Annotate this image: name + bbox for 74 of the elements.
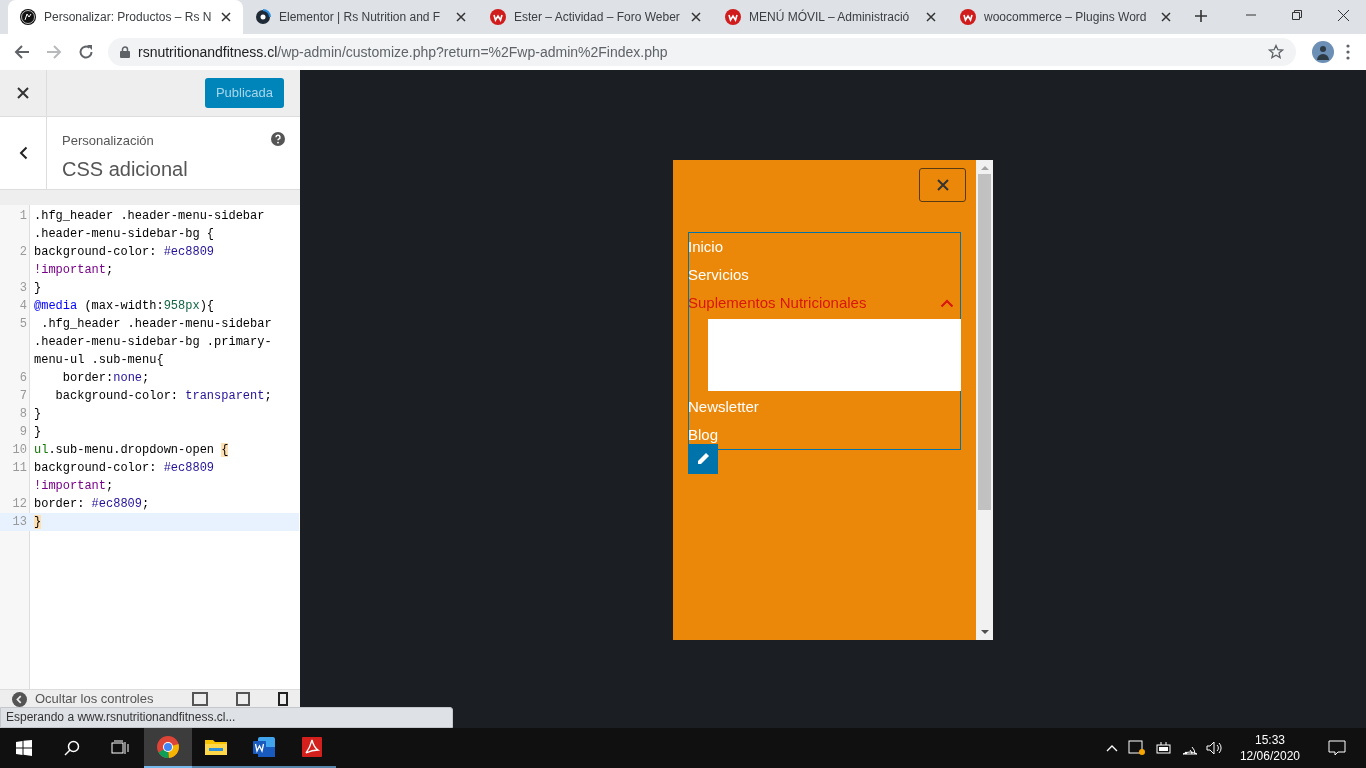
code-line: border: #ec8809; [33, 496, 151, 513]
close-icon[interactable] [1161, 12, 1171, 22]
code-line: } [33, 280, 43, 297]
bookmark-star-icon[interactable] [1268, 44, 1284, 60]
menu-icon[interactable] [1346, 44, 1350, 60]
hide-controls-link[interactable]: Ocultar los controles [35, 692, 154, 706]
w-logo-icon [960, 9, 976, 25]
profile-avatar[interactable] [1312, 41, 1334, 63]
close-icon[interactable] [926, 12, 936, 22]
code-line: background-color: #ec8809 !important; [33, 460, 216, 495]
code-line: } [33, 406, 43, 423]
tab-title: Ester – Actividad – Foro Weber [514, 9, 681, 26]
edit-shortcut-button[interactable] [688, 444, 718, 474]
notifications-icon[interactable] [1328, 740, 1346, 756]
scrollbar[interactable] [976, 160, 993, 640]
status-bubble: Esperando a www.rsnutritionandfitness.cl... [0, 707, 453, 728]
line-number: 4 [18, 298, 28, 315]
line-number: 7 [18, 388, 28, 405]
monogram-logo-icon [20, 9, 36, 25]
search-icon[interactable] [64, 740, 80, 756]
menu-close-button[interactable] [919, 168, 966, 202]
w-logo-icon [725, 9, 741, 25]
tablet-preview-icon[interactable] [236, 692, 250, 706]
breadcrumb-text: Personalización [62, 132, 154, 150]
mobile-preview-icon[interactable] [278, 692, 288, 706]
restore-icon[interactable] [1292, 10, 1302, 20]
code-editor[interactable] [0, 205, 300, 690]
code-line: ul.sub-menu.dropdown-open { [33, 442, 230, 459]
close-icon[interactable] [691, 12, 701, 22]
line-number: 6 [18, 370, 28, 387]
clock-time: 15:33 [1254, 732, 1285, 748]
volume-icon[interactable] [1205, 741, 1222, 755]
line-number: 5 [18, 316, 28, 333]
help-icon[interactable] [271, 132, 285, 146]
clock-date: 12/06/2020 [1239, 748, 1300, 764]
lock-icon [120, 46, 130, 58]
line-number: 9 [18, 424, 28, 441]
close-icon[interactable] [17, 87, 29, 99]
close-icon[interactable] [456, 12, 466, 22]
network-warning-icon[interactable] [1127, 740, 1146, 756]
code-line: border:none; [61, 370, 151, 387]
code-line: background-color: #ec8809 !important; [33, 244, 216, 279]
section-title: CSS adicional [62, 156, 189, 182]
line-number: 10 [11, 442, 28, 459]
line-number: 2 [18, 244, 28, 261]
address-bar[interactable]: rsnutritionandfitness.cl/wp-admin/customize.php?return=%2Fwp-admin%2Findex.php [108, 38, 1296, 66]
collapse-icon[interactable] [12, 692, 27, 707]
url-text: rsnutritionandfitness.cl/wp-admin/customize.php?return=%2Fwp-admin%2Findex.php [138, 42, 668, 62]
line-number: 13 [11, 514, 28, 531]
chrome-app-icon[interactable] [144, 728, 192, 768]
back-icon[interactable] [18, 146, 28, 160]
line-number: 8 [18, 406, 28, 423]
tab-title: MENÚ MÓVIL – Administració [749, 8, 911, 26]
battery-icon[interactable] [1155, 742, 1172, 754]
tab-title: Elementor | Rs Nutrition and F [279, 9, 442, 26]
code-line: background-color: transparent; [54, 388, 273, 405]
line-number: 1 [18, 208, 28, 225]
tab-title: woocommerce – Plugins Word [984, 9, 1148, 26]
windows-logo-icon[interactable] [16, 740, 32, 756]
ring-logo-icon [255, 9, 271, 25]
browser-tab[interactable]: Personalizar: Productos – Rs N [8, 0, 243, 34]
close-icon[interactable] [1337, 9, 1349, 21]
line-number: 11 [11, 460, 28, 477]
tab-title: Personalizar: Productos – Rs N [44, 9, 213, 26]
line-number: 3 [18, 280, 28, 297]
w-logo-icon [490, 9, 506, 25]
desktop-preview-icon[interactable] [192, 692, 208, 706]
code-line: } [33, 424, 43, 441]
clock[interactable]: 15:33 12/06/2020 [1231, 732, 1308, 764]
code-line: @media (max-width:958px){ [33, 298, 216, 315]
close-icon[interactable] [221, 12, 231, 22]
pencil-icon[interactable] [696, 452, 710, 466]
line-number: 12 [11, 496, 28, 513]
task-view-icon[interactable] [111, 740, 129, 756]
